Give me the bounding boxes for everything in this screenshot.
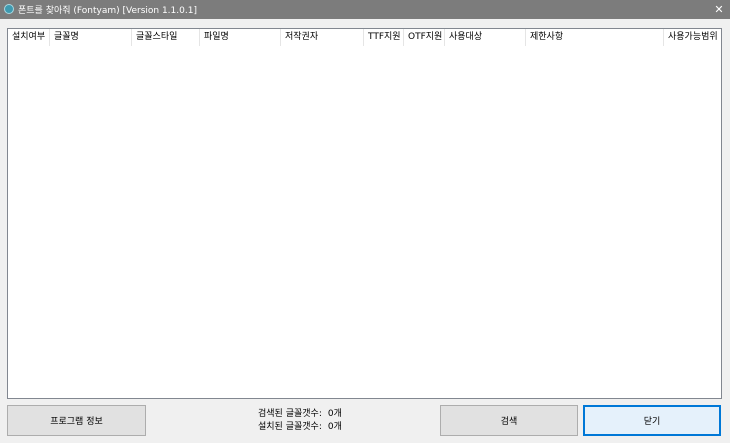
column-header-font-name[interactable]: 글꼴명	[50, 29, 132, 46]
list-header: 설치여부 글꼴명 글꼴스타일 파일명 저작권자 TTF지원 OTF지원 사용대상…	[8, 29, 721, 46]
installed-count-value: 0개	[327, 422, 342, 432]
column-header-font-style[interactable]: 글꼴스타일	[132, 29, 200, 46]
title-bar: 폰트를 찾아줘 (Fontyam) [Version 1.1.0.1] ✕	[0, 0, 730, 19]
close-button[interactable]: 닫기	[583, 405, 721, 436]
installed-count-label: 설치된 글꼴갯수:	[258, 422, 322, 432]
column-header-restrictions[interactable]: 제한사항	[526, 29, 664, 46]
searched-count-row: 검색된 글꼴갯수: 0개	[258, 408, 342, 421]
close-icon[interactable]: ✕	[708, 0, 730, 19]
column-header-ttf[interactable]: TTF지원	[364, 29, 404, 46]
column-header-target[interactable]: 사용대상	[445, 29, 526, 46]
app-icon	[4, 4, 14, 14]
window-title: 폰트를 찾아줘 (Fontyam) [Version 1.1.0.1]	[18, 6, 197, 16]
program-info-button[interactable]: 프로그램 정보	[7, 405, 146, 436]
column-header-installed[interactable]: 설치여부	[8, 29, 50, 46]
column-header-otf[interactable]: OTF지원	[404, 29, 445, 46]
column-header-copyright[interactable]: 저작권자	[281, 29, 364, 46]
column-header-usage-scope[interactable]: 사용가능범위	[664, 29, 721, 46]
search-button[interactable]: 검색	[440, 405, 578, 436]
searched-count-value: 0개	[327, 409, 342, 419]
column-header-file-name[interactable]: 파일명	[200, 29, 281, 46]
font-list[interactable]: 설치여부 글꼴명 글꼴스타일 파일명 저작권자 TTF지원 OTF지원 사용대상…	[7, 28, 722, 399]
installed-count-row: 설치된 글꼴갯수: 0개	[258, 421, 342, 434]
searched-count-label: 검색된 글꼴갯수:	[258, 409, 322, 419]
status-panel: 검색된 글꼴갯수: 0개 설치된 글꼴갯수: 0개	[258, 408, 342, 434]
app-window: 폰트를 찾아줘 (Fontyam) [Version 1.1.0.1] ✕ 설치…	[0, 0, 730, 443]
